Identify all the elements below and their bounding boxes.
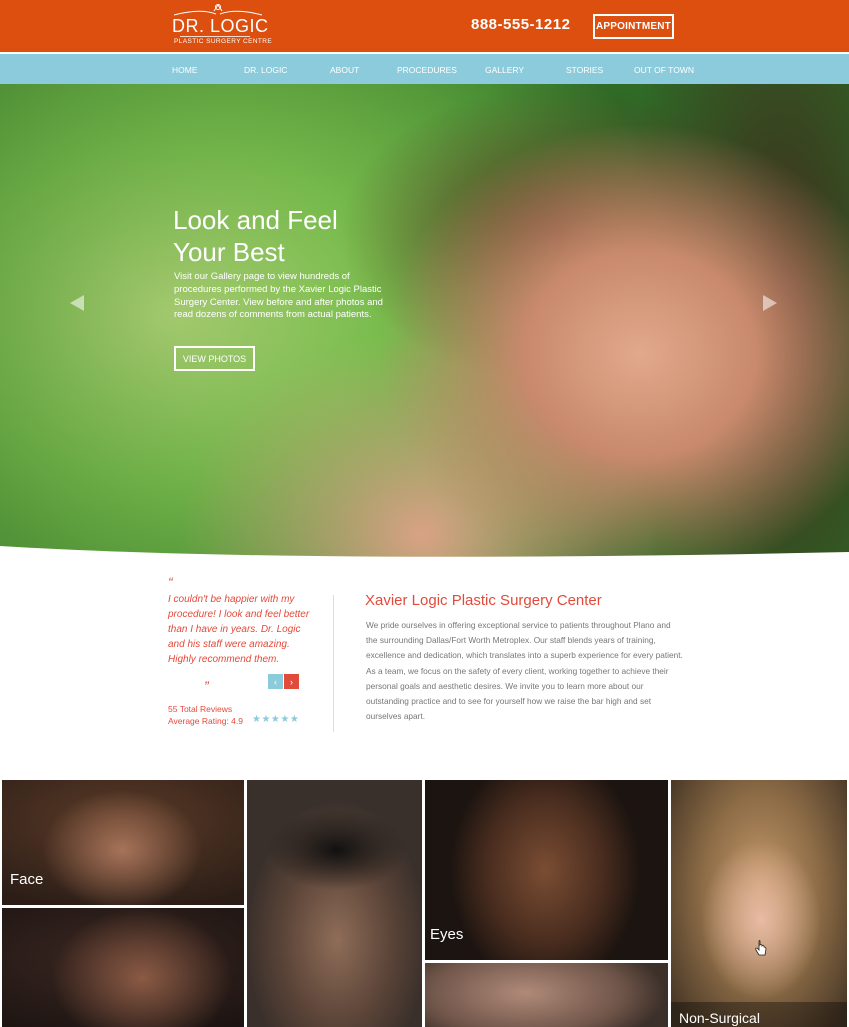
procedure-label-face: Face: [10, 871, 44, 888]
procedure-tile-body[interactable]: [247, 780, 422, 1027]
phone-number[interactable]: 888-555-1212: [471, 16, 570, 33]
reviews-summary: 55 Total Reviews Average Rating: 4.9: [168, 703, 243, 727]
header-bar: DR. LOGIC PLASTIC SURGERY CENTRE 888-555…: [0, 0, 849, 52]
procedure-tile-hair[interactable]: [2, 908, 244, 1027]
testimonial-text: I couldn't be happier with my procedure!…: [168, 594, 310, 665]
reviews-count: 55: [168, 704, 178, 714]
view-photos-button[interactable]: VIEW PHOTOS: [174, 346, 255, 371]
nav-item-out-of-town[interactable]: OUT OF TOWN: [634, 65, 694, 75]
testimonial-prev-button[interactable]: ‹: [268, 674, 283, 689]
rating-stars-icon: ★★★★★: [252, 714, 300, 725]
hero-photo-overlay: [0, 84, 430, 574]
procedure-tile-eyes[interactable]: Eyes: [425, 780, 668, 960]
logo-subtitle: PLASTIC SURGERY CENTRE: [174, 38, 273, 45]
hand-cursor-icon: [755, 940, 767, 956]
testimonial-next-button[interactable]: ›: [284, 674, 299, 689]
procedure-tile-face[interactable]: Face: [2, 780, 244, 905]
main-nav: HOME DR. LOGIC ABOUT PROCEDURES GALLERY …: [0, 52, 849, 84]
slider-prev-arrow-icon[interactable]: [69, 294, 85, 312]
procedure-label-non-surgical: Non-Surgical: [679, 1010, 760, 1026]
nav-item-gallery[interactable]: GALLERY: [485, 65, 524, 75]
nav-item-procedures[interactable]: PROCEDURES: [397, 65, 457, 75]
logo-divider: [180, 36, 250, 37]
hero-title-line-1: Look and Feel: [173, 205, 338, 235]
about-title: Xavier Logic Plastic Surgery Center: [365, 592, 602, 609]
nav-item-stories[interactable]: STORIES: [566, 65, 603, 75]
reviews-total[interactable]: 55 Total Reviews: [168, 703, 243, 715]
about-text: We pride ourselves in offering exception…: [366, 620, 683, 722]
procedure-tile-non-surgical[interactable]: Non-Surgical: [671, 780, 847, 1027]
hero-title-line-2: Your Best: [173, 237, 285, 267]
procedure-tile-lips[interactable]: [425, 963, 668, 1027]
hero-description: Visit our Gallery page to view hundreds …: [174, 271, 383, 321]
hero-bottom-wave: [0, 546, 849, 574]
slider-next-arrow-icon[interactable]: [762, 294, 778, 312]
hero-title: Look and Feel Your Best: [173, 204, 393, 268]
section-divider: [333, 595, 334, 732]
average-rating: Average Rating: 4.9: [168, 716, 243, 726]
quote-open-icon: “: [168, 574, 173, 590]
nav-item-home[interactable]: HOME: [172, 65, 198, 75]
logo-name: DR. LOGIC: [172, 16, 269, 36]
hero-slider: Look and Feel Your Best Visit our Galler…: [0, 84, 849, 574]
reviews-label: Total Reviews: [179, 704, 233, 714]
appointment-button[interactable]: APPOINTMENT: [593, 14, 674, 39]
quote-close-icon: ”: [204, 678, 209, 694]
nav-item-dr-logic[interactable]: DR. LOGIC: [244, 65, 287, 75]
nav-item-about[interactable]: ABOUT: [330, 65, 359, 75]
procedure-label-eyes: Eyes: [430, 926, 464, 943]
logo[interactable]: DR. LOGIC PLASTIC SURGERY CENTRE: [170, 2, 272, 48]
